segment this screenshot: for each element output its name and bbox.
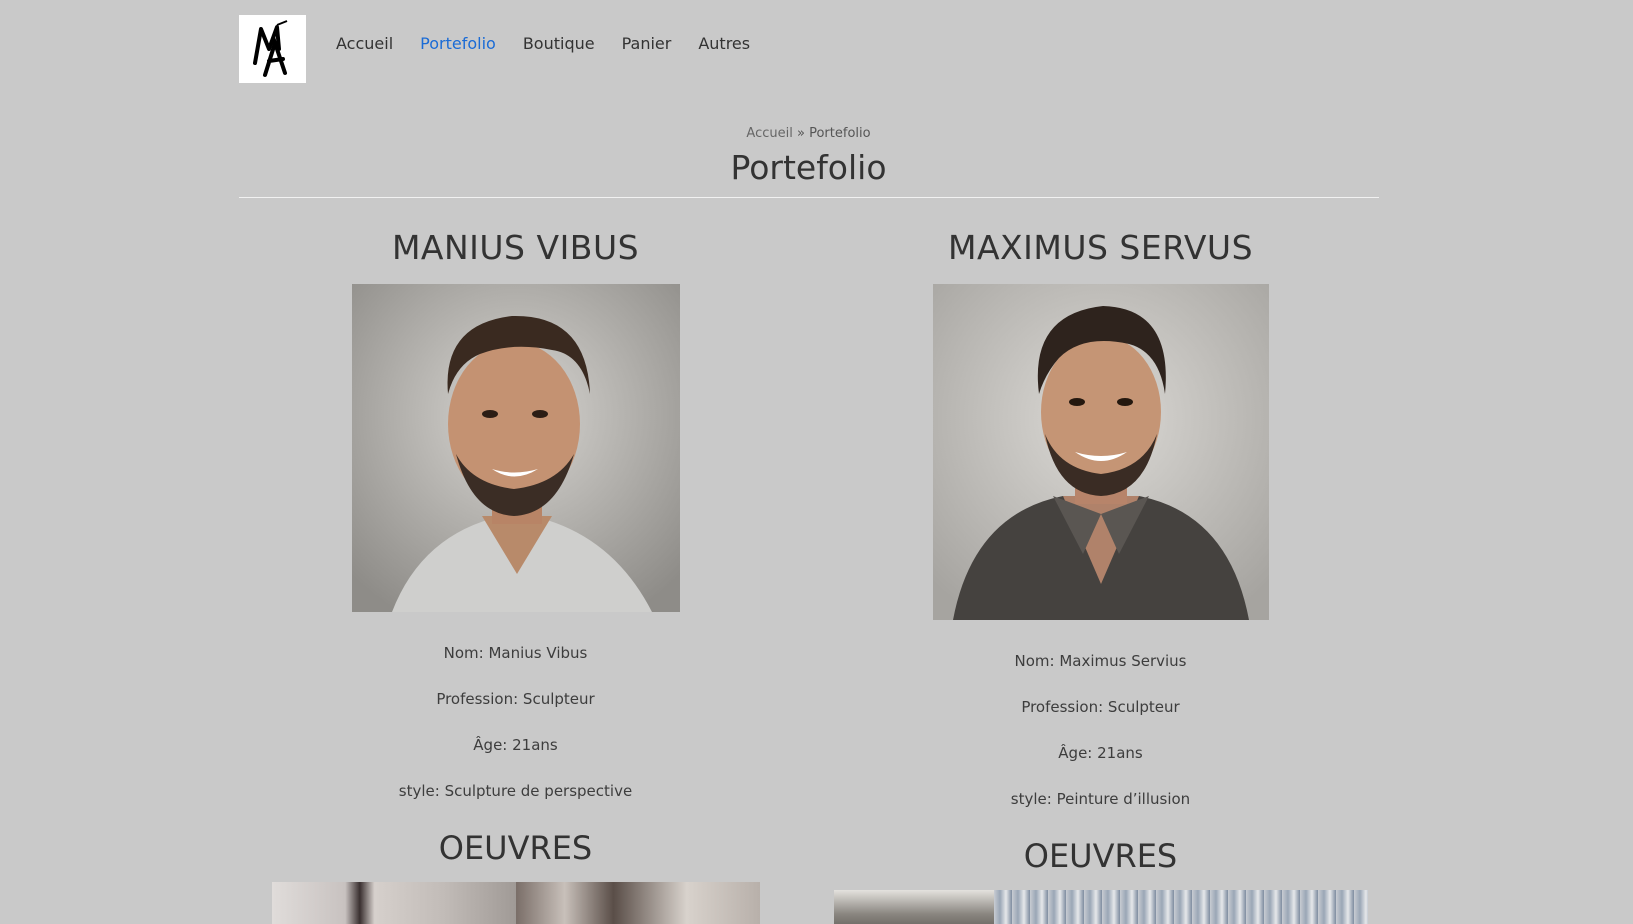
artist-style: style: Sculpture de perspective — [398, 782, 633, 800]
page-title: Portefolio — [730, 148, 887, 187]
work-thumbnail[interactable] — [272, 882, 516, 924]
artist-portrait-image — [932, 284, 1269, 620]
artist-info: Nom: Maximus Servius Profession: Sculpte… — [818, 638, 1383, 822]
nav-boutique[interactable]: Boutique — [523, 34, 595, 54]
nav-accueil[interactable]: Accueil — [336, 34, 393, 54]
breadcrumb-current: Portefolio — [809, 126, 871, 141]
works-gallery — [272, 882, 760, 924]
work-thumbnail[interactable] — [834, 890, 994, 924]
site-logo[interactable] — [239, 15, 306, 83]
artist-age: Âge: 21ans — [1058, 744, 1143, 762]
artist-card-maximus: MAXIMUS SERVUS Nom: Maximus Servius Prof… — [818, 222, 1383, 924]
nav-panier[interactable]: Panier — [622, 34, 672, 54]
artist-age: Âge: 21ans — [473, 736, 558, 754]
ma-logo-icon — [252, 20, 287, 77]
breadcrumb-home-link[interactable]: Accueil — [746, 126, 792, 141]
breadcrumb: Accueil » Portefolio — [0, 126, 1617, 141]
artist-profession: Profession: Sculpteur — [436, 690, 595, 708]
artist-name: MANIUS VIBUS — [391, 228, 640, 267]
works-title: OEUVRES — [1023, 837, 1178, 875]
artist-nom: Nom: Maximus Servius — [1014, 652, 1187, 670]
works-gallery — [834, 890, 1368, 924]
nav-autres[interactable]: Autres — [698, 34, 750, 54]
breadcrumb-separator: » — [796, 126, 805, 141]
work-thumbnail[interactable] — [516, 882, 760, 924]
artist-info: Nom: Manius Vibus Profession: Sculpteur … — [239, 630, 792, 814]
work-thumbnail[interactable] — [994, 890, 1368, 924]
nav-portefolio[interactable]: Portefolio — [420, 34, 496, 54]
artist-style: style: Peinture d’illusion — [1010, 790, 1191, 808]
title-divider — [239, 197, 1379, 198]
artist-name: MAXIMUS SERVUS — [947, 228, 1254, 267]
artist-portrait-image — [351, 284, 680, 612]
works-title: OEUVRES — [438, 829, 593, 867]
artist-nom: Nom: Manius Vibus — [443, 644, 588, 662]
artist-profession: Profession: Sculpteur — [1021, 698, 1180, 716]
main-nav: Accueil Portefolio Boutique Panier Autre… — [336, 34, 777, 54]
artist-card-manius: MANIUS VIBUS Nom: Manius Vibus Professio… — [239, 222, 792, 924]
page: Accueil Portefolio Boutique Panier Autre… — [0, 0, 1633, 924]
